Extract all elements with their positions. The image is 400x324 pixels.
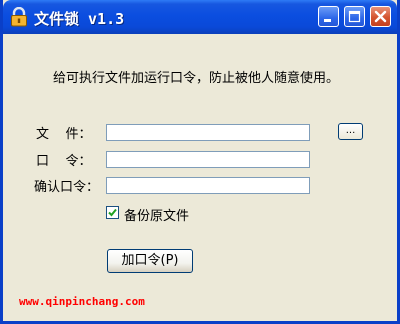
- app-window: 文件锁 v1.3 给可执行文件加运行口令，防止被他人随意使用。 文 件： ...…: [0, 0, 400, 324]
- maximize-button[interactable]: [344, 6, 365, 27]
- minimize-icon: [324, 19, 331, 22]
- password-label: 口 令：: [36, 154, 92, 169]
- add-password-button[interactable]: 加口令(P): [107, 249, 193, 273]
- window-title: 文件锁 v1.3: [34, 10, 125, 28]
- padlock-icon: [10, 6, 28, 27]
- description-text: 给可执行文件加运行口令，防止被他人随意使用。: [53, 71, 340, 86]
- minimize-button[interactable]: [318, 6, 339, 27]
- browse-button[interactable]: ...: [338, 123, 363, 140]
- password-input[interactable]: [106, 151, 310, 168]
- maximize-icon: [348, 10, 361, 23]
- confirm-password-label: 确认口令：: [34, 180, 100, 195]
- backup-checkbox[interactable]: [106, 206, 119, 219]
- checkmark-icon: [108, 208, 117, 217]
- file-path-input[interactable]: [106, 124, 310, 141]
- backup-label[interactable]: 备份原文件: [124, 205, 189, 224]
- file-label: 文 件：: [36, 127, 92, 142]
- website-link[interactable]: www.qinpinchang.com: [19, 295, 145, 308]
- dialog-body: 给可执行文件加运行口令，防止被他人随意使用。 文 件： ... 口 令： 确认口…: [3, 34, 397, 321]
- title-bar[interactable]: 文件锁 v1.3: [3, 0, 397, 34]
- close-icon: [374, 10, 387, 23]
- close-button[interactable]: [370, 6, 391, 27]
- confirm-password-input[interactable]: [106, 177, 310, 194]
